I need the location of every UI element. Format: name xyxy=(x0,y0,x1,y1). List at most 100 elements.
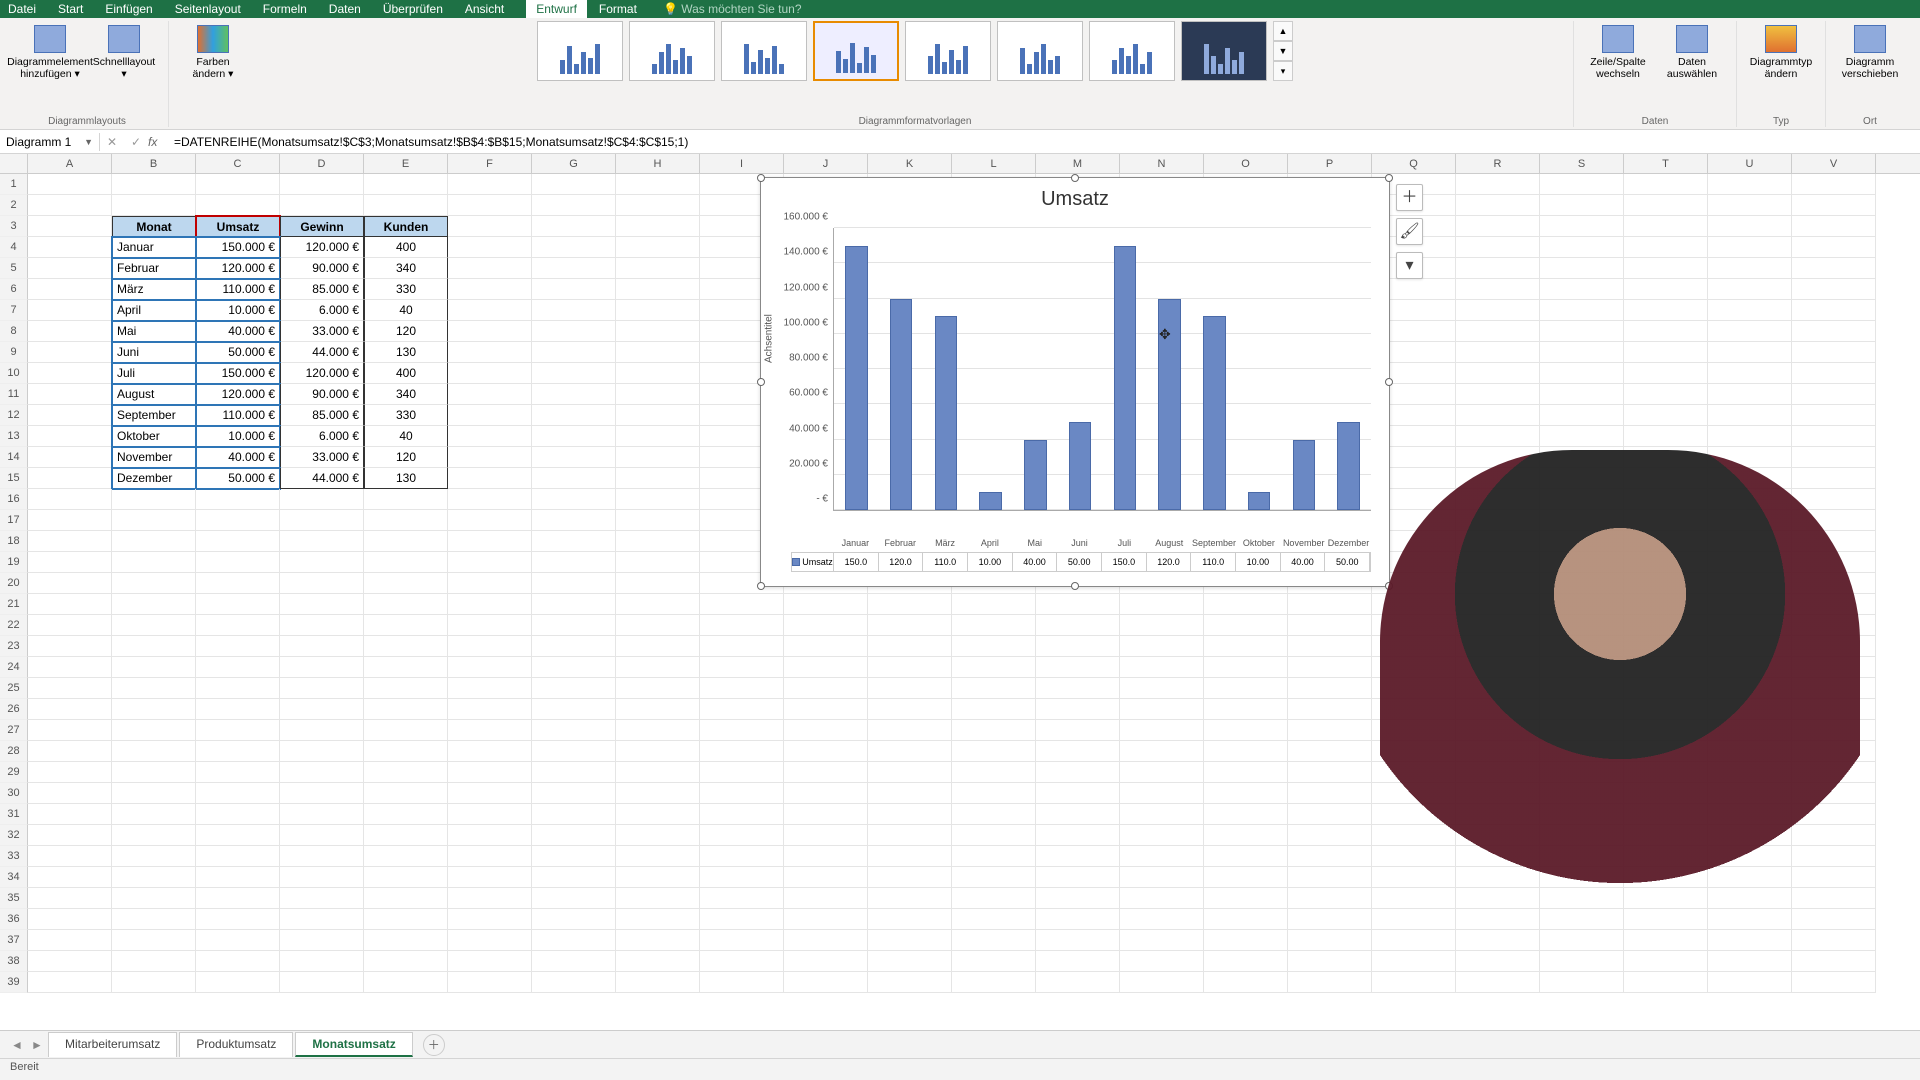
cell[interactable] xyxy=(1120,783,1204,804)
cell[interactable] xyxy=(700,741,784,762)
cell[interactable] xyxy=(448,279,532,300)
cell[interactable] xyxy=(1288,636,1372,657)
cell[interactable] xyxy=(700,678,784,699)
cell[interactable]: 85.000 € xyxy=(280,405,364,426)
cell[interactable] xyxy=(196,930,280,951)
cell[interactable] xyxy=(280,762,364,783)
cell[interactable] xyxy=(616,552,700,573)
cell[interactable] xyxy=(364,573,448,594)
cell[interactable]: 400 xyxy=(364,237,448,258)
cell[interactable] xyxy=(280,594,364,615)
cell[interactable] xyxy=(448,342,532,363)
fx-icon[interactable]: fx xyxy=(148,135,168,149)
cell[interactable] xyxy=(448,699,532,720)
sheet-tab[interactable]: Monatsumsatz xyxy=(295,1032,412,1057)
cell[interactable] xyxy=(616,846,700,867)
gallery-scroll[interactable]: ▾ xyxy=(1273,61,1293,81)
cell[interactable]: Oktober xyxy=(112,426,196,447)
bar[interactable] xyxy=(1158,299,1180,511)
cell[interactable] xyxy=(952,741,1036,762)
cell[interactable] xyxy=(952,825,1036,846)
cell[interactable]: März xyxy=(112,279,196,300)
cell[interactable] xyxy=(1288,909,1372,930)
cell[interactable] xyxy=(28,888,112,909)
cell[interactable] xyxy=(28,447,112,468)
cell[interactable]: 130 xyxy=(364,342,448,363)
cell[interactable]: 40.000 € xyxy=(196,321,280,342)
cell[interactable] xyxy=(532,930,616,951)
row-header[interactable]: 3 xyxy=(0,216,28,237)
cell[interactable] xyxy=(532,867,616,888)
cell[interactable] xyxy=(196,573,280,594)
cell[interactable] xyxy=(1288,678,1372,699)
cell[interactable]: 33.000 € xyxy=(280,321,364,342)
cell[interactable] xyxy=(868,720,952,741)
cell[interactable] xyxy=(1792,405,1876,426)
cell[interactable] xyxy=(364,825,448,846)
cell[interactable] xyxy=(1540,426,1624,447)
cell[interactable] xyxy=(868,972,952,993)
cell[interactable] xyxy=(448,930,532,951)
cell[interactable] xyxy=(448,405,532,426)
col-header-C[interactable]: C xyxy=(196,154,280,173)
cell[interactable] xyxy=(1204,867,1288,888)
cell[interactable] xyxy=(280,720,364,741)
cell[interactable] xyxy=(1204,909,1288,930)
row-header[interactable]: 12 xyxy=(0,405,28,426)
cell[interactable] xyxy=(448,867,532,888)
cell[interactable] xyxy=(616,804,700,825)
cell[interactable] xyxy=(448,258,532,279)
cell[interactable] xyxy=(532,825,616,846)
cell[interactable] xyxy=(1204,615,1288,636)
cell[interactable] xyxy=(196,489,280,510)
cell[interactable] xyxy=(1288,594,1372,615)
cell[interactable] xyxy=(28,573,112,594)
cell[interactable] xyxy=(28,720,112,741)
cell[interactable] xyxy=(112,825,196,846)
cell[interactable] xyxy=(532,720,616,741)
cell[interactable] xyxy=(784,594,868,615)
cell[interactable] xyxy=(1792,342,1876,363)
cell[interactable] xyxy=(112,636,196,657)
cell[interactable] xyxy=(616,573,700,594)
cell[interactable]: 6.000 € xyxy=(280,300,364,321)
cell[interactable] xyxy=(1792,447,1876,468)
cell[interactable] xyxy=(280,636,364,657)
cell[interactable] xyxy=(196,846,280,867)
cell[interactable] xyxy=(1288,930,1372,951)
cell[interactable] xyxy=(280,804,364,825)
cell[interactable] xyxy=(532,741,616,762)
cell[interactable] xyxy=(1456,237,1540,258)
row-header[interactable]: 27 xyxy=(0,720,28,741)
cell[interactable] xyxy=(1792,174,1876,195)
cell[interactable] xyxy=(1204,720,1288,741)
cell[interactable] xyxy=(1204,825,1288,846)
col-header-V[interactable]: V xyxy=(1792,154,1876,173)
cell[interactable]: April xyxy=(112,300,196,321)
cell[interactable] xyxy=(280,174,364,195)
cell[interactable] xyxy=(364,783,448,804)
cell[interactable]: 90.000 € xyxy=(280,258,364,279)
cell[interactable] xyxy=(112,699,196,720)
cell[interactable] xyxy=(1708,300,1792,321)
cell[interactable] xyxy=(1120,657,1204,678)
cell[interactable] xyxy=(532,657,616,678)
cell[interactable] xyxy=(952,888,1036,909)
cell[interactable]: 85.000 € xyxy=(280,279,364,300)
cell[interactable] xyxy=(1204,972,1288,993)
cell[interactable] xyxy=(1120,825,1204,846)
cell[interactable] xyxy=(1120,636,1204,657)
cell[interactable] xyxy=(1456,279,1540,300)
embedded-chart[interactable]: ＋ 🖌 ▾ Umsatz Achsentitel - €20.000 €40.0… xyxy=(760,177,1390,587)
cell[interactable] xyxy=(1540,195,1624,216)
cell[interactable] xyxy=(112,783,196,804)
cell[interactable] xyxy=(700,615,784,636)
cell[interactable] xyxy=(532,279,616,300)
cell[interactable] xyxy=(448,804,532,825)
cell[interactable] xyxy=(280,888,364,909)
row-header[interactable]: 33 xyxy=(0,846,28,867)
cell[interactable] xyxy=(952,615,1036,636)
cell[interactable] xyxy=(28,342,112,363)
cell[interactable] xyxy=(280,615,364,636)
sheet-tab[interactable]: Mitarbeiterumsatz xyxy=(48,1032,177,1057)
